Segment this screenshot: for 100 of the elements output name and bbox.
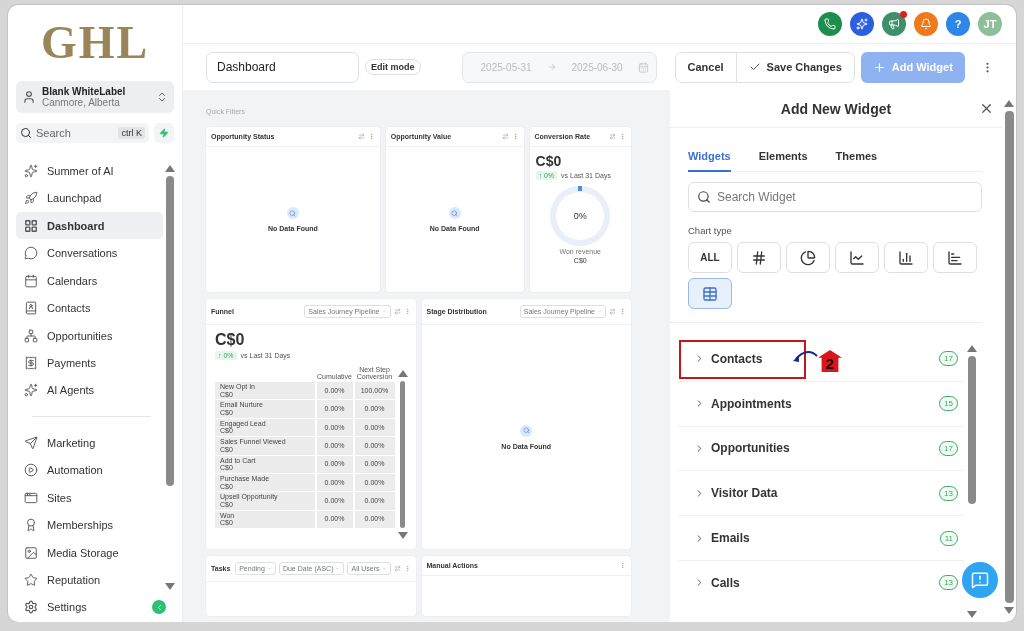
sparkles-icon bbox=[24, 383, 38, 398]
swap-icon[interactable] bbox=[501, 133, 509, 140]
sparkles-button[interactable] bbox=[850, 12, 874, 36]
nav-item[interactable]: Automation bbox=[16, 456, 163, 485]
chat-alert-icon bbox=[971, 571, 989, 589]
caret-icon bbox=[335, 566, 341, 571]
scroll-down-icon[interactable] bbox=[966, 611, 977, 618]
scrollbar-thumb[interactable] bbox=[400, 381, 405, 528]
search-icon bbox=[20, 127, 32, 139]
nav-item[interactable]: Summer of AI bbox=[16, 157, 163, 185]
grid-icon bbox=[24, 218, 38, 233]
swap-icon[interactable] bbox=[357, 133, 365, 140]
category-label: Calls bbox=[711, 575, 740, 590]
hash-icon bbox=[751, 249, 767, 266]
category-label: Opportunities bbox=[711, 441, 790, 456]
section-label: Chart type bbox=[688, 225, 733, 236]
bolt-icon bbox=[159, 128, 169, 138]
hash-button[interactable] bbox=[737, 242, 781, 273]
category-label: Appointments bbox=[711, 396, 792, 411]
collapse-icon[interactable] bbox=[152, 600, 166, 614]
nav-item[interactable]: Dashboard bbox=[16, 211, 163, 240]
receipt-icon bbox=[24, 356, 38, 370]
nav-item[interactable]: Conversations bbox=[16, 239, 163, 267]
nav-item[interactable]: Payments bbox=[16, 349, 163, 377]
scroll-down-icon[interactable] bbox=[397, 532, 408, 539]
pie-chart-button[interactable] bbox=[786, 242, 830, 273]
scroll-down-icon[interactable] bbox=[164, 583, 175, 590]
category-row[interactable]: Appointments 15 bbox=[678, 381, 964, 427]
category-label: Emails bbox=[711, 531, 750, 546]
tab[interactable]: Widgets bbox=[688, 144, 731, 172]
step-marker: 2 bbox=[818, 350, 842, 372]
sparkles-icon bbox=[24, 163, 38, 178]
percent-value: 0% bbox=[573, 211, 587, 221]
scroll-down-icon[interactable] bbox=[1004, 607, 1014, 614]
line-chart-button[interactable] bbox=[835, 242, 879, 273]
caret-icon bbox=[266, 566, 272, 571]
category-row[interactable]: Opportunities 17 bbox=[678, 426, 964, 472]
all-filter-button[interactable]: ALL bbox=[688, 242, 732, 273]
account-name: Blank WhiteLabel bbox=[42, 86, 126, 97]
save-button[interactable]: Save Changes bbox=[735, 52, 854, 82]
bar-chart-button[interactable] bbox=[884, 242, 928, 273]
amount-value: C$0 bbox=[215, 331, 246, 349]
search-icon bbox=[697, 190, 711, 204]
account-switcher[interactable]: Blank WhiteLabel Canmore, Alberta bbox=[16, 81, 174, 113]
caret-icon bbox=[381, 566, 387, 571]
nav-item[interactable]: AI Agents bbox=[16, 376, 163, 405]
tab[interactable]: Elements bbox=[758, 144, 808, 172]
nav-item[interactable]: Opportunities bbox=[16, 321, 163, 350]
swap-icon[interactable] bbox=[609, 133, 616, 140]
tab[interactable]: Themes bbox=[835, 144, 878, 172]
star-icon bbox=[24, 573, 38, 588]
help-button[interactable]: ? bbox=[946, 12, 970, 36]
nav-item[interactable]: Contacts bbox=[16, 294, 163, 322]
bolt-button[interactable] bbox=[154, 123, 174, 143]
bell-icon bbox=[920, 18, 932, 30]
help-chat-button[interactable] bbox=[962, 562, 998, 598]
close-button[interactable] bbox=[979, 101, 994, 116]
send-icon bbox=[24, 435, 38, 450]
horizontal-bar-chart-icon bbox=[947, 249, 963, 266]
settings-item[interactable]: Settings bbox=[16, 594, 174, 614]
search-field[interactable]: Search ctrl K bbox=[16, 123, 149, 143]
network-icon bbox=[24, 328, 38, 343]
dashboard-name-field[interactable]: Dashboard bbox=[206, 51, 359, 83]
horizontal-bar-chart-button[interactable] bbox=[933, 242, 977, 273]
settings-icon bbox=[24, 600, 38, 614]
megaphone-button[interactable] bbox=[882, 12, 906, 36]
bell-button[interactable] bbox=[914, 12, 938, 36]
nav-item[interactable]: Launchpad bbox=[16, 184, 163, 212]
plus-icon bbox=[872, 60, 886, 74]
chat-bubble-icon bbox=[24, 246, 38, 261]
count-badge: 17 bbox=[939, 351, 958, 367]
chevrons-icon bbox=[156, 91, 168, 103]
swap-icon[interactable] bbox=[393, 565, 401, 572]
caret-icon bbox=[381, 309, 387, 314]
nav-item[interactable]: Reputation bbox=[16, 566, 163, 595]
count-badge: 17 bbox=[939, 441, 958, 456]
category-row[interactable]: Calls 13 bbox=[678, 561, 964, 606]
phone-icon bbox=[824, 18, 836, 30]
scrollbar-thumb[interactable] bbox=[165, 176, 174, 487]
nav-item[interactable]: Memberships bbox=[16, 511, 163, 540]
scrollbar-thumb[interactable] bbox=[1004, 111, 1014, 603]
megaphone-icon bbox=[888, 18, 900, 30]
table-button[interactable] bbox=[688, 278, 732, 309]
panel-title: Add New Widget bbox=[780, 100, 892, 117]
category-row[interactable]: Visitor Data 13 bbox=[678, 471, 964, 517]
nav-item[interactable]: Media Storage bbox=[16, 539, 163, 567]
swap-icon[interactable] bbox=[393, 308, 401, 315]
account-location: Canmore, Alberta bbox=[42, 97, 121, 108]
scrollbar-thumb[interactable] bbox=[967, 356, 976, 505]
table-icon bbox=[702, 285, 718, 302]
nav-item[interactable]: Sites bbox=[16, 484, 163, 512]
category-row[interactable]: Contacts 2 17 bbox=[678, 337, 964, 382]
nav-item[interactable]: Calendars bbox=[16, 266, 163, 295]
search-field[interactable]: Search Widget bbox=[688, 182, 982, 212]
award-icon bbox=[24, 518, 38, 533]
phone-button[interactable] bbox=[818, 12, 842, 36]
category-row[interactable]: Emails 11 bbox=[678, 516, 964, 561]
nav-item[interactable]: Marketing bbox=[16, 429, 163, 457]
swap-icon[interactable] bbox=[609, 308, 616, 315]
calendar-icon bbox=[24, 273, 38, 288]
